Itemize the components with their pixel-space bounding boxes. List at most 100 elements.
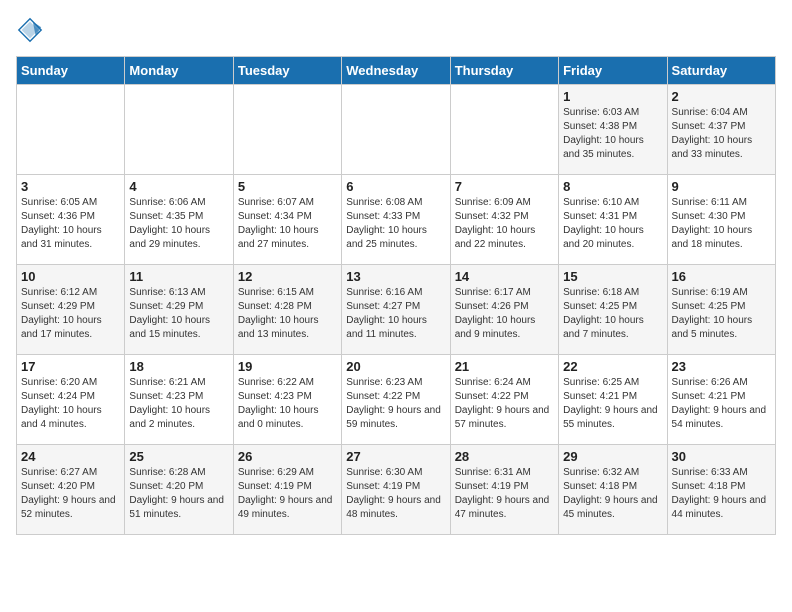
day-number: 9 — [672, 179, 771, 194]
day-number: 12 — [238, 269, 337, 284]
day-info: Sunrise: 6:10 AMSunset: 4:31 PMDaylight:… — [563, 196, 662, 252]
day-number: 19 — [238, 359, 337, 374]
day-number: 30 — [672, 449, 771, 464]
calendar-table: SundayMondayTuesdayWednesdayThursdayFrid… — [16, 56, 776, 535]
calendar-cell — [17, 85, 125, 175]
day-info: Sunrise: 6:18 AMSunset: 4:25 PMDaylight:… — [563, 286, 662, 342]
calendar-cell: 13 Sunrise: 6:16 AMSunset: 4:27 PMDayligh… — [342, 265, 450, 355]
day-number: 29 — [563, 449, 662, 464]
calendar-cell: 8 Sunrise: 6:10 AMSunset: 4:31 PMDaylight… — [559, 175, 667, 265]
calendar-cell: 24 Sunrise: 6:27 AMSunset: 4:20 PMDayligh… — [17, 445, 125, 535]
calendar-cell: 2 Sunrise: 6:04 AMSunset: 4:37 PMDaylight… — [667, 85, 775, 175]
day-number: 6 — [346, 179, 445, 194]
day-info: Sunrise: 6:32 AMSunset: 4:18 PMDaylight:… — [563, 466, 662, 522]
calendar-cell: 25 Sunrise: 6:28 AMSunset: 4:20 PMDayligh… — [125, 445, 233, 535]
weekday-header: Sunday — [17, 57, 125, 85]
day-info: Sunrise: 6:28 AMSunset: 4:20 PMDaylight:… — [129, 466, 228, 522]
day-info: Sunrise: 6:09 AMSunset: 4:32 PMDaylight:… — [455, 196, 554, 252]
day-info: Sunrise: 6:25 AMSunset: 4:21 PMDaylight:… — [563, 376, 662, 432]
day-info: Sunrise: 6:29 AMSunset: 4:19 PMDaylight:… — [238, 466, 337, 522]
day-number: 2 — [672, 89, 771, 104]
calendar-cell: 3 Sunrise: 6:05 AMSunset: 4:36 PMDaylight… — [17, 175, 125, 265]
day-info: Sunrise: 6:16 AMSunset: 4:27 PMDaylight:… — [346, 286, 445, 342]
calendar-cell: 30 Sunrise: 6:33 AMSunset: 4:18 PMDayligh… — [667, 445, 775, 535]
day-number: 23 — [672, 359, 771, 374]
weekday-header: Monday — [125, 57, 233, 85]
day-number: 11 — [129, 269, 228, 284]
day-number: 5 — [238, 179, 337, 194]
day-number: 26 — [238, 449, 337, 464]
day-info: Sunrise: 6:03 AMSunset: 4:38 PMDaylight:… — [563, 106, 662, 162]
calendar-cell: 11 Sunrise: 6:13 AMSunset: 4:29 PMDayligh… — [125, 265, 233, 355]
calendar-week-row: 1 Sunrise: 6:03 AMSunset: 4:38 PMDaylight… — [17, 85, 776, 175]
calendar-cell: 14 Sunrise: 6:17 AMSunset: 4:26 PMDayligh… — [450, 265, 558, 355]
calendar-cell: 28 Sunrise: 6:31 AMSunset: 4:19 PMDayligh… — [450, 445, 558, 535]
calendar-cell: 1 Sunrise: 6:03 AMSunset: 4:38 PMDaylight… — [559, 85, 667, 175]
calendar-cell: 21 Sunrise: 6:24 AMSunset: 4:22 PMDayligh… — [450, 355, 558, 445]
day-number: 24 — [21, 449, 120, 464]
day-info: Sunrise: 6:04 AMSunset: 4:37 PMDaylight:… — [672, 106, 771, 162]
day-number: 13 — [346, 269, 445, 284]
day-number: 4 — [129, 179, 228, 194]
calendar-cell: 12 Sunrise: 6:15 AMSunset: 4:28 PMDayligh… — [233, 265, 341, 355]
day-info: Sunrise: 6:08 AMSunset: 4:33 PMDaylight:… — [346, 196, 445, 252]
day-info: Sunrise: 6:20 AMSunset: 4:24 PMDaylight:… — [21, 376, 120, 432]
weekday-header: Friday — [559, 57, 667, 85]
calendar-cell: 29 Sunrise: 6:32 AMSunset: 4:18 PMDayligh… — [559, 445, 667, 535]
day-number: 28 — [455, 449, 554, 464]
logo — [16, 16, 48, 44]
day-info: Sunrise: 6:15 AMSunset: 4:28 PMDaylight:… — [238, 286, 337, 342]
day-info: Sunrise: 6:24 AMSunset: 4:22 PMDaylight:… — [455, 376, 554, 432]
day-info: Sunrise: 6:17 AMSunset: 4:26 PMDaylight:… — [455, 286, 554, 342]
page-header — [16, 16, 776, 44]
weekday-row: SundayMondayTuesdayWednesdayThursdayFrid… — [17, 57, 776, 85]
day-number: 27 — [346, 449, 445, 464]
calendar-cell: 17 Sunrise: 6:20 AMSunset: 4:24 PMDayligh… — [17, 355, 125, 445]
day-number: 7 — [455, 179, 554, 194]
day-number: 10 — [21, 269, 120, 284]
day-number: 3 — [21, 179, 120, 194]
day-info: Sunrise: 6:31 AMSunset: 4:19 PMDaylight:… — [455, 466, 554, 522]
day-number: 8 — [563, 179, 662, 194]
day-info: Sunrise: 6:06 AMSunset: 4:35 PMDaylight:… — [129, 196, 228, 252]
day-number: 16 — [672, 269, 771, 284]
calendar-cell: 20Sunrise: 6:23 AMSunset: 4:22 PMDayligh… — [342, 355, 450, 445]
day-number: 25 — [129, 449, 228, 464]
calendar-body: 1 Sunrise: 6:03 AMSunset: 4:38 PMDaylight… — [17, 85, 776, 535]
calendar-cell: 9 Sunrise: 6:11 AMSunset: 4:30 PMDaylight… — [667, 175, 775, 265]
day-info: Sunrise: 6:12 AMSunset: 4:29 PMDaylight:… — [21, 286, 120, 342]
day-number: 14 — [455, 269, 554, 284]
calendar-cell — [342, 85, 450, 175]
weekday-header: Tuesday — [233, 57, 341, 85]
calendar-cell: 23 Sunrise: 6:26 AMSunset: 4:21 PMDayligh… — [667, 355, 775, 445]
calendar-cell — [125, 85, 233, 175]
calendar-cell — [233, 85, 341, 175]
day-number: 17 — [21, 359, 120, 374]
day-number: 1 — [563, 89, 662, 104]
day-info: Sunrise: 6:05 AMSunset: 4:36 PMDaylight:… — [21, 196, 120, 252]
calendar-cell — [450, 85, 558, 175]
day-number: 22 — [563, 359, 662, 374]
calendar-cell: 7 Sunrise: 6:09 AMSunset: 4:32 PMDaylight… — [450, 175, 558, 265]
weekday-header: Saturday — [667, 57, 775, 85]
day-info: Sunrise: 6:33 AMSunset: 4:18 PMDaylight:… — [672, 466, 771, 522]
day-info: Sunrise: 6:22 AMSunset: 4:23 PMDaylight:… — [238, 376, 337, 432]
calendar-week-row: 3 Sunrise: 6:05 AMSunset: 4:36 PMDaylight… — [17, 175, 776, 265]
calendar-cell: 19 Sunrise: 6:22 AMSunset: 4:23 PMDayligh… — [233, 355, 341, 445]
calendar-cell: 10 Sunrise: 6:12 AMSunset: 4:29 PMDayligh… — [17, 265, 125, 355]
day-info: Sunrise: 6:23 AMSunset: 4:22 PMDaylight:… — [346, 376, 445, 432]
day-info: Sunrise: 6:13 AMSunset: 4:29 PMDaylight:… — [129, 286, 228, 342]
day-number: 15 — [563, 269, 662, 284]
day-info: Sunrise: 6:27 AMSunset: 4:20 PMDaylight:… — [21, 466, 120, 522]
day-info: Sunrise: 6:21 AMSunset: 4:23 PMDaylight:… — [129, 376, 228, 432]
day-number: 21 — [455, 359, 554, 374]
day-info: Sunrise: 6:07 AMSunset: 4:34 PMDaylight:… — [238, 196, 337, 252]
calendar-week-row: 24 Sunrise: 6:27 AMSunset: 4:20 PMDayligh… — [17, 445, 776, 535]
day-info: Sunrise: 6:26 AMSunset: 4:21 PMDaylight:… — [672, 376, 771, 432]
calendar-cell: 15 Sunrise: 6:18 AMSunset: 4:25 PMDayligh… — [559, 265, 667, 355]
day-info: Sunrise: 6:11 AMSunset: 4:30 PMDaylight:… — [672, 196, 771, 252]
day-info: Sunrise: 6:30 AMSunset: 4:19 PMDaylight:… — [346, 466, 445, 522]
calendar-cell: 6 Sunrise: 6:08 AMSunset: 4:33 PMDaylight… — [342, 175, 450, 265]
calendar-cell: 18Sunrise: 6:21 AMSunset: 4:23 PMDayligh… — [125, 355, 233, 445]
weekday-header: Thursday — [450, 57, 558, 85]
